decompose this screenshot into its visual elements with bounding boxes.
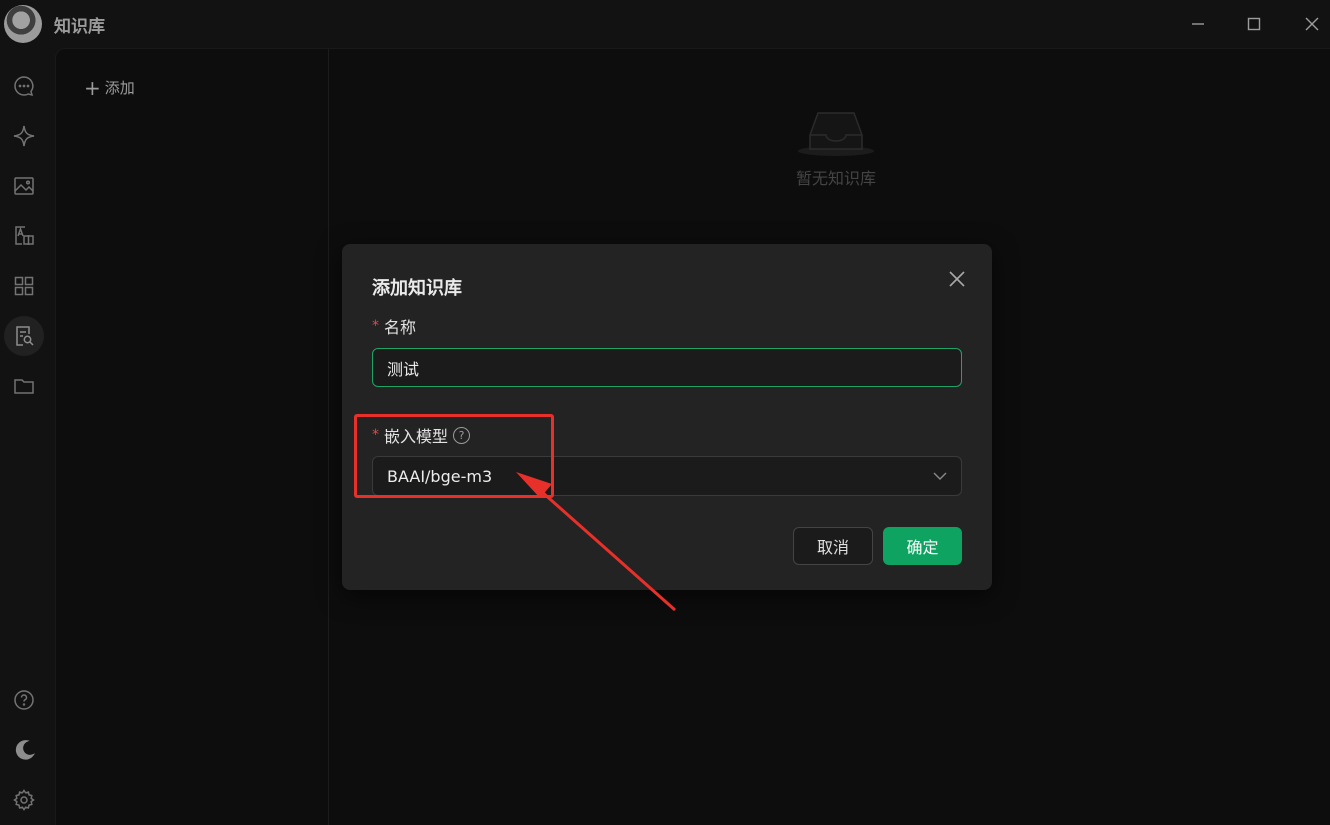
chevron-down-icon (933, 472, 947, 480)
annotation-highlight-box (354, 414, 554, 498)
close-icon (949, 271, 965, 287)
name-label-text: 名称 (384, 318, 417, 337)
required-mark: * (372, 318, 379, 334)
cancel-button[interactable]: 取消 (793, 527, 873, 565)
dialog-close-button[interactable] (944, 266, 970, 292)
name-input[interactable] (372, 348, 962, 387)
confirm-button[interactable]: 确定 (883, 527, 962, 565)
name-field-label: * 名称 (372, 314, 416, 338)
dialog-title: 添加知识库 (372, 278, 462, 299)
